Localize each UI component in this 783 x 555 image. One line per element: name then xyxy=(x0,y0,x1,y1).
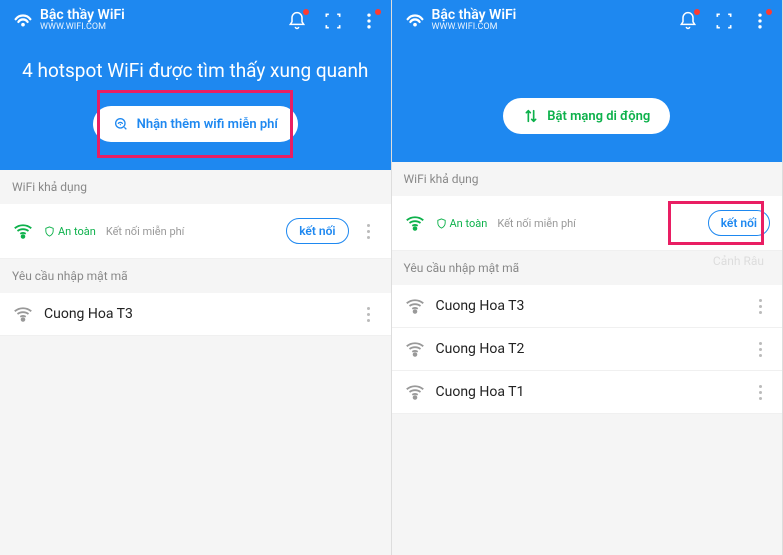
pill-wrap: Bật mạng di động xyxy=(392,98,783,162)
pill-wrap: Nhận thêm wifi miễn phí xyxy=(0,106,391,170)
screen-left: Bậc thầy WiFi WWW.WIFI.COM 4 hotspot WiF… xyxy=(0,0,392,555)
net-content: Cuong Hoa T3 xyxy=(44,306,349,322)
topbar: Bậc thầy WiFi WWW.WIFI.COM xyxy=(0,0,391,41)
enable-mobile-data-button[interactable]: Bật mạng di động xyxy=(503,98,670,134)
pill-label: Nhận thêm wifi miễn phí xyxy=(137,117,278,132)
app-title: Bậc thầy WiFi xyxy=(40,8,125,23)
password-section: Yêu cầu nhập mật mã Cảnh Râu xyxy=(392,251,783,285)
safe-label: An toàn xyxy=(450,217,488,230)
more-icon[interactable] xyxy=(750,299,770,314)
free-connect-label: Kết nối miễn phí xyxy=(497,217,576,230)
app-subtitle: WWW.WIFI.COM xyxy=(432,23,517,33)
menu-icon[interactable] xyxy=(750,11,770,31)
get-free-wifi-button[interactable]: Nhận thêm wifi miễn phí xyxy=(93,106,298,142)
wifi-row-locked[interactable]: Cuong Hoa T1 xyxy=(392,371,783,414)
network-name: Cuong Hoa T2 xyxy=(436,341,741,357)
net-content: An toàn Kết nối miễn phí xyxy=(44,225,276,238)
connect-button[interactable]: kết nối xyxy=(286,218,348,244)
notification-icon[interactable] xyxy=(287,11,307,31)
wifi-row-locked[interactable]: Cuong Hoa T2 xyxy=(392,328,783,371)
password-required-label: Yêu cầu nhập mật mã xyxy=(0,259,391,293)
wifi-row-locked[interactable]: Cuong Hoa T3 xyxy=(392,285,783,328)
hero-spacer xyxy=(392,41,783,98)
topbar: Bậc thầy WiFi WWW.WIFI.COM xyxy=(392,0,783,41)
wifi-row-locked[interactable]: Cuong Hoa T3 xyxy=(0,293,391,336)
scan-icon[interactable] xyxy=(323,11,343,31)
screen-right: Bậc thầy WiFi WWW.WIFI.COM xyxy=(392,0,783,555)
top-icons xyxy=(678,11,770,31)
more-icon[interactable] xyxy=(359,307,379,322)
notification-badge xyxy=(694,9,700,15)
available-label: WiFi khả dụng xyxy=(0,170,391,204)
logo-wrap: Bậc thầy WiFi WWW.WIFI.COM xyxy=(404,8,671,33)
safe-badge: An toàn xyxy=(436,217,488,230)
more-icon[interactable] xyxy=(750,342,770,357)
logo-wrap: Bậc thầy WiFi WWW.WIFI.COM xyxy=(12,8,279,33)
menu-badge xyxy=(375,9,381,15)
available-label: WiFi khả dụng xyxy=(392,162,783,196)
header: Bậc thầy WiFi WWW.WIFI.COM xyxy=(392,0,783,162)
scan-icon[interactable] xyxy=(714,11,734,31)
free-connect-label: Kết nối miễn phí xyxy=(106,225,185,238)
app-title: Bậc thầy WiFi xyxy=(432,8,517,23)
connect-button[interactable]: kết nối xyxy=(708,210,770,236)
more-icon[interactable] xyxy=(359,224,379,239)
title-wrap: Bậc thầy WiFi WWW.WIFI.COM xyxy=(432,8,517,33)
header: Bậc thầy WiFi WWW.WIFI.COM 4 hotspot WiF… xyxy=(0,0,391,170)
password-required-label: Yêu cầu nhập mật mã xyxy=(392,251,783,285)
net-content: An toàn Kết nối miễn phí xyxy=(436,217,698,230)
net-meta: An toàn Kết nối miễn phí xyxy=(436,217,698,230)
net-meta: An toàn Kết nối miễn phí xyxy=(44,225,276,238)
wifi-signal-icon xyxy=(12,220,34,242)
wifi-signal-lock-icon xyxy=(404,381,426,403)
wifi-row-available[interactable]: An toàn Kết nối miễn phí kết nối xyxy=(392,196,783,251)
wifi-signal-lock-icon xyxy=(404,295,426,317)
pill-label: Bật mạng di động xyxy=(547,109,650,124)
notification-icon[interactable] xyxy=(678,11,698,31)
safe-badge: An toàn xyxy=(44,225,96,238)
title-wrap: Bậc thầy WiFi WWW.WIFI.COM xyxy=(40,8,125,33)
safe-label: An toàn xyxy=(58,225,96,238)
wifi-master-icon xyxy=(12,10,34,32)
wifi-signal-lock-icon xyxy=(404,338,426,360)
network-name: Cuong Hoa T1 xyxy=(436,384,741,400)
wifi-signal-lock-icon xyxy=(12,303,34,325)
notification-badge xyxy=(303,9,309,15)
hero-text: 4 hotspot WiFi được tìm thấy xung quanh xyxy=(0,41,391,106)
top-icons xyxy=(287,11,379,31)
network-name: Cuong Hoa T3 xyxy=(44,306,349,322)
wifi-row-available[interactable]: An toàn Kết nối miễn phí kết nối xyxy=(0,204,391,259)
menu-icon[interactable] xyxy=(359,11,379,31)
app-subtitle: WWW.WIFI.COM xyxy=(40,23,125,33)
wifi-signal-icon xyxy=(404,212,426,234)
menu-badge xyxy=(766,9,772,15)
more-icon[interactable] xyxy=(750,385,770,400)
network-name: Cuong Hoa T3 xyxy=(436,298,741,314)
wifi-master-icon xyxy=(404,10,426,32)
